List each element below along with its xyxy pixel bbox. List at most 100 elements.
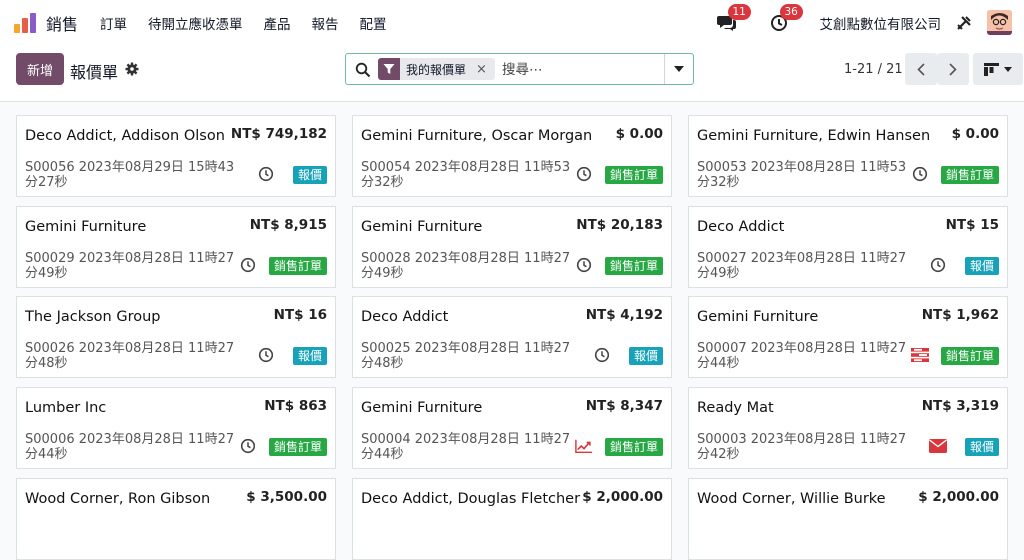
kanban-view-icon [984,62,999,76]
card-customer: Gemini Furniture [25,219,147,235]
card-reference: S00004 2023年08月28日 11時27分44秒 [361,432,571,462]
activity-clock-icon[interactable] [257,346,275,364]
card-amount: $ 0.00 [615,126,663,142]
search-facet: 我的報價單 × [378,58,495,80]
view-switcher-button[interactable] [973,53,1023,85]
menu-products[interactable]: 產品 [264,13,291,33]
card-amount: NT$ 863 [264,398,327,414]
app-name[interactable]: 銷售 [46,11,78,35]
search-options-toggle[interactable] [664,54,693,84]
quotation-card[interactable]: Wood Corner, Willie Burke $ 2,000.00 [688,478,1008,560]
quotation-card[interactable]: Ready Mat NT$ 3,319 S00003 2023年08月28日 11時… [688,387,1008,469]
activity-clock-icon[interactable] [575,165,593,183]
debug-tools-icon[interactable] [955,14,973,32]
chevron-right-icon [949,62,957,76]
card-amount: $ 2,000.00 [918,489,999,505]
card-reference: S00053 2023年08月28日 11時53分32秒 [697,160,907,190]
status-badge: 銷售訂單 [268,438,327,456]
facet-label: 我的報價單 [406,62,467,77]
card-customer: Gemini Furniture, Edwin Hansen [697,128,931,144]
menu-orders[interactable]: 訂單 [100,13,127,33]
quotation-card[interactable]: Gemini Furniture NT$ 20,183 S00028 2023年08… [352,206,672,288]
messages-badge: 11 [727,3,751,20]
quotation-card[interactable]: Gemini Furniture, Oscar Morgan $ 0.00 S000… [352,115,672,197]
quotation-card[interactable]: Gemini Furniture NT$ 1,962 S00007 2023年08月… [688,296,1008,378]
chevron-left-icon [917,62,925,76]
status-badge: 報價 [628,347,663,365]
kanban-view: Deco Addict, Addison Olson NT$ 749,182 S00… [0,102,1024,560]
status-badge: 銷售訂單 [940,347,999,365]
navbar-systray: 11 36 艾創點數位有限公司 [716,3,1012,35]
card-customer: Lumber Inc [25,400,107,416]
card-customer: Gemini Furniture [361,219,483,235]
card-amount: NT$ 3,319 [921,398,999,414]
quotation-card[interactable]: Gemini Furniture NT$ 8,915 S00029 2023年08月… [16,206,336,288]
card-amount: NT$ 20,183 [576,217,663,233]
search-icon[interactable] [355,62,371,78]
search-input[interactable] [500,58,664,82]
card-amount: $ 0.00 [951,126,999,142]
caret-down-icon [1004,66,1012,72]
activity-clock-icon[interactable] [911,165,929,183]
status-badge: 銷售訂單 [268,257,327,275]
activity-tasks-icon[interactable] [911,346,929,364]
status-badge: 銷售訂單 [604,438,663,456]
card-amount: NT$ 8,915 [249,217,327,233]
card-reference: S00003 2023年08月28日 11時27分42秒 [697,432,907,462]
status-badge: 銷售訂單 [604,166,663,184]
card-reference: S00025 2023年08月28日 11時27分48秒 [361,341,571,371]
new-quotation-button[interactable]: 新增 [16,53,64,85]
card-reference: S00054 2023年08月28日 11時53分32秒 [361,160,571,190]
card-reference: S00028 2023年08月28日 11時27分49秒 [361,251,571,281]
pager-next-button[interactable] [937,53,969,85]
quotation-card[interactable]: Deco Addict NT$ 4,192 S00025 2023年08月28日 1… [352,296,672,378]
activities-button[interactable]: 36 [768,3,803,34]
card-amount: NT$ 15 [945,217,999,233]
activity-clock-icon[interactable] [575,256,593,274]
facet-remove-button[interactable]: × [472,62,495,77]
activity-clock-icon[interactable] [257,165,275,183]
card-amount: $ 2,000.00 [582,489,663,505]
quotation-card[interactable]: Gemini Furniture NT$ 8,347 S00004 2023年08月… [352,387,672,469]
activity-clock-icon[interactable] [239,437,257,455]
menu-configuration[interactable]: 配置 [360,13,387,33]
activity-clock-icon[interactable] [593,346,611,364]
quotation-card[interactable]: The Jackson Group NT$ 16 S00026 2023年08月28… [16,296,336,378]
card-reference: S00007 2023年08月28日 11時27分44秒 [697,341,907,371]
quotation-card[interactable]: Deco Addict, Douglas Fletcher $ 2,000.00 [352,478,672,560]
card-customer: Gemini Furniture [361,400,483,416]
card-amount: NT$ 8,347 [585,398,663,414]
quotation-card[interactable]: Deco Addict, Addison Olson NT$ 749,182 S00… [16,115,336,197]
card-reference: S00026 2023年08月28日 11時27分48秒 [25,341,235,371]
card-amount: NT$ 4,192 [585,307,663,323]
card-reference: S00056 2023年08月29日 15時43分27秒 [25,160,235,190]
activity-clock-icon[interactable] [929,256,947,274]
pager-previous-button[interactable] [905,53,937,85]
card-customer: Gemini Furniture [697,309,819,325]
card-customer: Deco Addict, Addison Olson [25,128,225,144]
activity-envelope-icon[interactable] [929,437,947,455]
card-amount: NT$ 16 [273,307,327,323]
menu-to-invoice[interactable]: 待開立應收憑單 [148,13,243,33]
top-navbar: 銷售 訂單 待開立應收憑單 產品 報告 配置 11 36 艾創點數位有限公司 [0,0,1024,45]
company-switcher[interactable]: 艾創點數位有限公司 [820,13,942,33]
user-avatar[interactable] [987,10,1012,35]
sales-app-icon[interactable] [14,12,36,33]
gear-icon[interactable] [125,62,139,76]
quotation-card[interactable]: Gemini Furniture, Edwin Hansen $ 0.00 S000… [688,115,1008,197]
pager-value[interactable]: 1-21 / 21 [844,62,903,77]
menu-reporting[interactable]: 報告 [312,13,339,33]
status-badge: 銷售訂單 [604,257,663,275]
card-reference: S00029 2023年08月28日 11時27分49秒 [25,251,235,281]
card-customer: The Jackson Group [25,309,161,325]
quotation-card[interactable]: Wood Corner, Ron Gibson $ 3,500.00 [16,478,336,560]
control-panel: 新增 報價單 我的報價單 × 1-21 / 21 [0,45,1024,102]
messages-button[interactable]: 11 [716,3,751,34]
quotation-card[interactable]: Deco Addict NT$ 15 S00027 2023年08月28日 11時2… [688,206,1008,288]
activity-chart-icon[interactable] [575,437,593,455]
activity-clock-icon[interactable] [239,256,257,274]
page-title: 報價單 [70,63,119,82]
card-reference: S00027 2023年08月28日 11時27分49秒 [697,251,907,281]
quotation-card[interactable]: Lumber Inc NT$ 863 S00006 2023年08月28日 11時2… [16,387,336,469]
status-badge: 報價 [964,438,999,456]
